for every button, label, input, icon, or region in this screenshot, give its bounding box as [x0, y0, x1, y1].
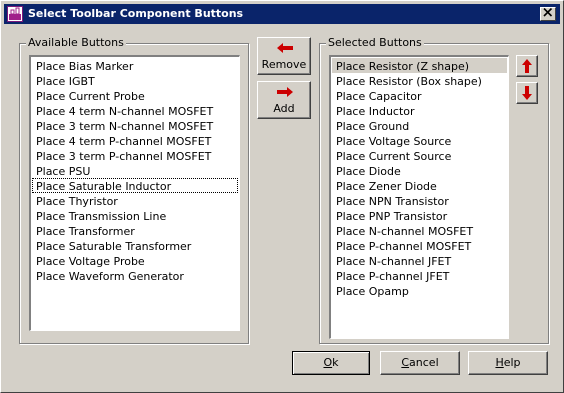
- cancel-mnemonic: C: [401, 356, 410, 369]
- list-item[interactable]: Place P-channel JFET: [332, 268, 507, 283]
- list-item[interactable]: Place PNP Transistor: [332, 208, 507, 223]
- title-bar[interactable]: Select Toolbar Component Buttons: [4, 4, 560, 24]
- list-item[interactable]: Place Current Probe: [32, 88, 238, 103]
- remove-button[interactable]: Remove: [257, 37, 311, 75]
- list-item[interactable]: Place 3 term N-channel MOSFET: [32, 118, 238, 133]
- list-item[interactable]: Place Saturable Inductor: [32, 178, 238, 193]
- app-icon: [7, 6, 23, 22]
- arrow-left-icon: [277, 43, 293, 53]
- list-item[interactable]: Place 4 term P-channel MOSFET: [32, 133, 238, 148]
- list-item[interactable]: Place N-channel JFET: [332, 253, 507, 268]
- list-item[interactable]: Place Voltage Probe: [32, 253, 238, 268]
- arrow-up-icon: [522, 59, 532, 73]
- arrow-down-icon: [522, 86, 532, 100]
- cancel-button[interactable]: Cancel: [380, 351, 460, 375]
- list-item[interactable]: Place PSU: [32, 163, 238, 178]
- close-button[interactable]: [540, 7, 556, 21]
- available-buttons-legend: Available Buttons: [26, 36, 126, 50]
- help-mnemonic: H: [495, 356, 504, 369]
- list-item[interactable]: Place Opamp: [332, 283, 507, 298]
- list-item[interactable]: Place Capacitor: [332, 88, 507, 103]
- list-item[interactable]: Place Voltage Source: [332, 133, 507, 148]
- ok-button[interactable]: Ok: [292, 351, 370, 375]
- ok-mnemonic: O: [323, 356, 333, 369]
- dialog-window: Select Toolbar Component Buttons Availab…: [0, 0, 564, 393]
- cancel-label: ancel: [409, 356, 439, 369]
- window-title: Select Toolbar Component Buttons: [28, 7, 244, 20]
- list-item[interactable]: Place Transmission Line: [32, 208, 238, 223]
- add-button-label: Add: [273, 102, 295, 115]
- list-item[interactable]: Place Bias Marker: [32, 58, 238, 73]
- list-item[interactable]: Place Waveform Generator: [32, 268, 238, 283]
- list-item[interactable]: Place Diode: [332, 163, 507, 178]
- list-item[interactable]: Place Inductor: [332, 103, 507, 118]
- list-item[interactable]: Place Saturable Transformer: [32, 238, 238, 253]
- list-item[interactable]: Place Current Source: [332, 148, 507, 163]
- add-button[interactable]: Add: [257, 81, 311, 119]
- list-item[interactable]: Place 4 term N-channel MOSFET: [32, 103, 238, 118]
- arrow-right-icon: [277, 87, 293, 97]
- list-item[interactable]: Place Ground: [332, 118, 507, 133]
- list-item[interactable]: Place P-channel MOSFET: [332, 238, 507, 253]
- help-label: elp: [503, 356, 521, 369]
- available-buttons-list[interactable]: Place Bias Marker Place IGBT Place Current…: [29, 55, 240, 331]
- list-item[interactable]: Place IGBT: [32, 73, 238, 88]
- move-up-button[interactable]: [516, 55, 538, 77]
- remove-button-label: Remove: [261, 58, 307, 71]
- list-item[interactable]: Place NPN Transistor: [332, 193, 507, 208]
- list-item[interactable]: Place Thyristor: [32, 193, 238, 208]
- list-item[interactable]: Place 3 term P-channel MOSFET: [32, 148, 238, 163]
- list-item[interactable]: Place Zener Diode: [332, 178, 507, 193]
- list-item[interactable]: Place Resistor (Z shape): [332, 58, 507, 73]
- close-icon: [543, 7, 553, 17]
- help-button[interactable]: Help: [468, 351, 548, 375]
- list-item[interactable]: Place Resistor (Box shape): [332, 73, 507, 88]
- selected-buttons-legend: Selected Buttons: [326, 36, 424, 50]
- move-down-button[interactable]: [516, 82, 538, 104]
- selected-buttons-list[interactable]: Place Resistor (Z shape) Place Resistor (…: [329, 55, 509, 339]
- ok-label: k: [332, 356, 339, 369]
- list-item[interactable]: Place N-channel MOSFET: [332, 223, 507, 238]
- list-item[interactable]: Place Transformer: [32, 223, 238, 238]
